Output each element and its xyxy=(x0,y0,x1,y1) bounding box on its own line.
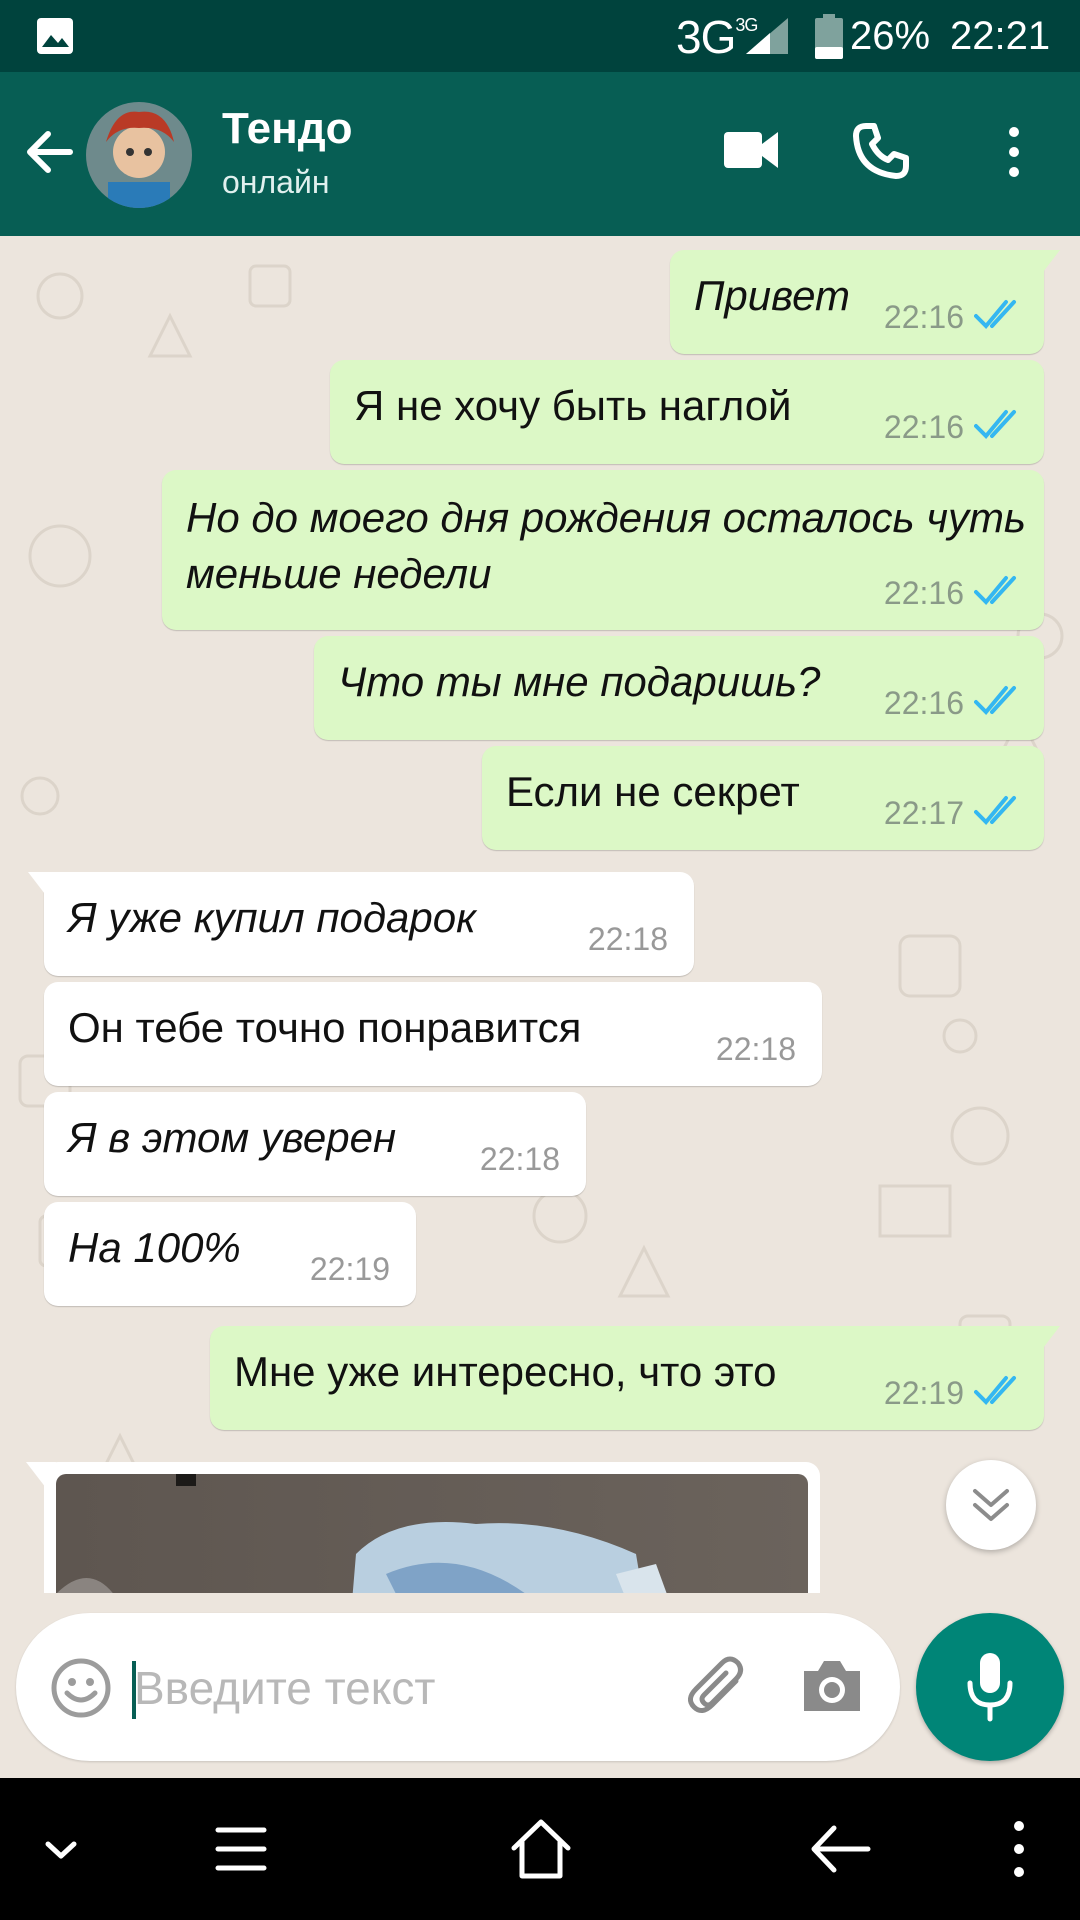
message-time: 22:16 xyxy=(883,575,964,611)
message-incoming-image[interactable] xyxy=(26,1462,820,1593)
chevron-down-icon[interactable] xyxy=(26,1814,96,1884)
clock: 22:21 xyxy=(950,14,1051,58)
message-time: 22:18 xyxy=(587,921,668,957)
read-ticks-icon xyxy=(974,576,1016,605)
video-call-icon[interactable] xyxy=(722,128,780,172)
mic-icon xyxy=(967,1653,1013,1722)
message-time: 22:16 xyxy=(883,409,964,445)
message-time: 22:16 xyxy=(883,299,964,335)
menu-icon[interactable] xyxy=(206,1814,276,1884)
contact-status: онлайн xyxy=(222,164,330,200)
message-text: Привет xyxy=(694,272,851,319)
compose-bar xyxy=(0,1593,1080,1778)
message-incoming[interactable]: Я в этом уверен 22:18 xyxy=(44,1092,586,1196)
compose-box xyxy=(16,1613,900,1761)
message-text: Я в этом уверен xyxy=(68,1114,397,1161)
emoji-icon[interactable] xyxy=(50,1657,112,1719)
read-ticks-icon xyxy=(974,796,1016,825)
avatar[interactable] xyxy=(86,102,192,208)
read-ticks-icon xyxy=(974,1376,1016,1405)
message-text: Я уже купил подарок xyxy=(68,894,476,941)
status-bar: 3G3G 26% 22:21 xyxy=(0,0,1080,72)
bubble-tail xyxy=(28,872,58,898)
message-text: Что ты мне подаришь? xyxy=(338,658,821,705)
contact-name[interactable]: Тендо xyxy=(222,104,353,154)
bubble-tail xyxy=(1030,1326,1060,1352)
bubble-tail xyxy=(26,1462,56,1488)
attach-icon[interactable] xyxy=(682,1651,754,1723)
message-outgoing[interactable]: Я не хочу быть наглой 22:16 xyxy=(330,360,1044,464)
voice-record-button[interactable] xyxy=(916,1613,1064,1761)
photo-thumbnail[interactable] xyxy=(56,1474,808,1593)
system-nav-bar xyxy=(0,1778,1080,1920)
message-time: 22:18 xyxy=(479,1141,560,1177)
message-time: 22:19 xyxy=(309,1251,390,1287)
back-icon[interactable] xyxy=(806,1814,876,1884)
image-icon xyxy=(37,18,73,54)
message-time: 22:19 xyxy=(883,1375,964,1411)
message-outgoing[interactable]: Мне уже интересно, что это 22:19 xyxy=(210,1326,1060,1430)
more-vert-icon[interactable] xyxy=(984,1814,1054,1884)
scroll-to-bottom-button[interactable] xyxy=(946,1460,1036,1550)
message-outgoing[interactable]: Что ты мне подаришь? 22:16 xyxy=(314,636,1044,740)
chat-area[interactable]: Привет 22:16 Я не хочу быть наглой 22:16… xyxy=(0,236,1080,1593)
message-outgoing[interactable]: Но до моего дня рождения осталось чуть м… xyxy=(162,470,1044,630)
message-incoming[interactable]: На 100% 22:19 xyxy=(44,1202,416,1306)
chat-header: Тендо онлайн xyxy=(0,72,1080,236)
message-input[interactable] xyxy=(134,1653,574,1723)
message-text: Если не секрет xyxy=(506,768,800,815)
battery-percent: 26% xyxy=(850,14,931,58)
message-text: Он тебе точно понравится xyxy=(68,1004,582,1051)
back-arrow-icon[interactable] xyxy=(22,124,78,180)
message-incoming[interactable]: Он тебе точно понравится 22:18 xyxy=(44,982,822,1086)
home-icon[interactable] xyxy=(506,1814,576,1884)
read-ticks-icon xyxy=(974,300,1016,329)
message-time: 22:17 xyxy=(883,795,964,831)
message-time: 22:16 xyxy=(883,685,964,721)
message-text: Я не хочу быть наглой xyxy=(354,382,792,429)
read-ticks-icon xyxy=(974,686,1016,715)
battery-icon xyxy=(815,14,843,59)
read-ticks-icon xyxy=(974,410,1016,439)
signal-icon xyxy=(746,18,788,54)
message-text: На 100% xyxy=(68,1224,241,1271)
message-text: Мне уже интересно, что это xyxy=(234,1348,777,1395)
camera-icon[interactable] xyxy=(800,1657,864,1715)
message-outgoing[interactable]: Если не секрет 22:17 xyxy=(482,746,1044,850)
more-vert-icon[interactable] xyxy=(1000,124,1028,180)
message-incoming[interactable]: Я уже купил подарок 22:18 xyxy=(28,872,694,976)
phone-icon[interactable] xyxy=(852,122,910,180)
message-outgoing[interactable]: Привет 22:16 xyxy=(670,250,1060,354)
bubble-tail xyxy=(1030,250,1060,276)
message-time: 22:18 xyxy=(715,1031,796,1067)
double-chevron-down-icon xyxy=(973,1489,1009,1521)
